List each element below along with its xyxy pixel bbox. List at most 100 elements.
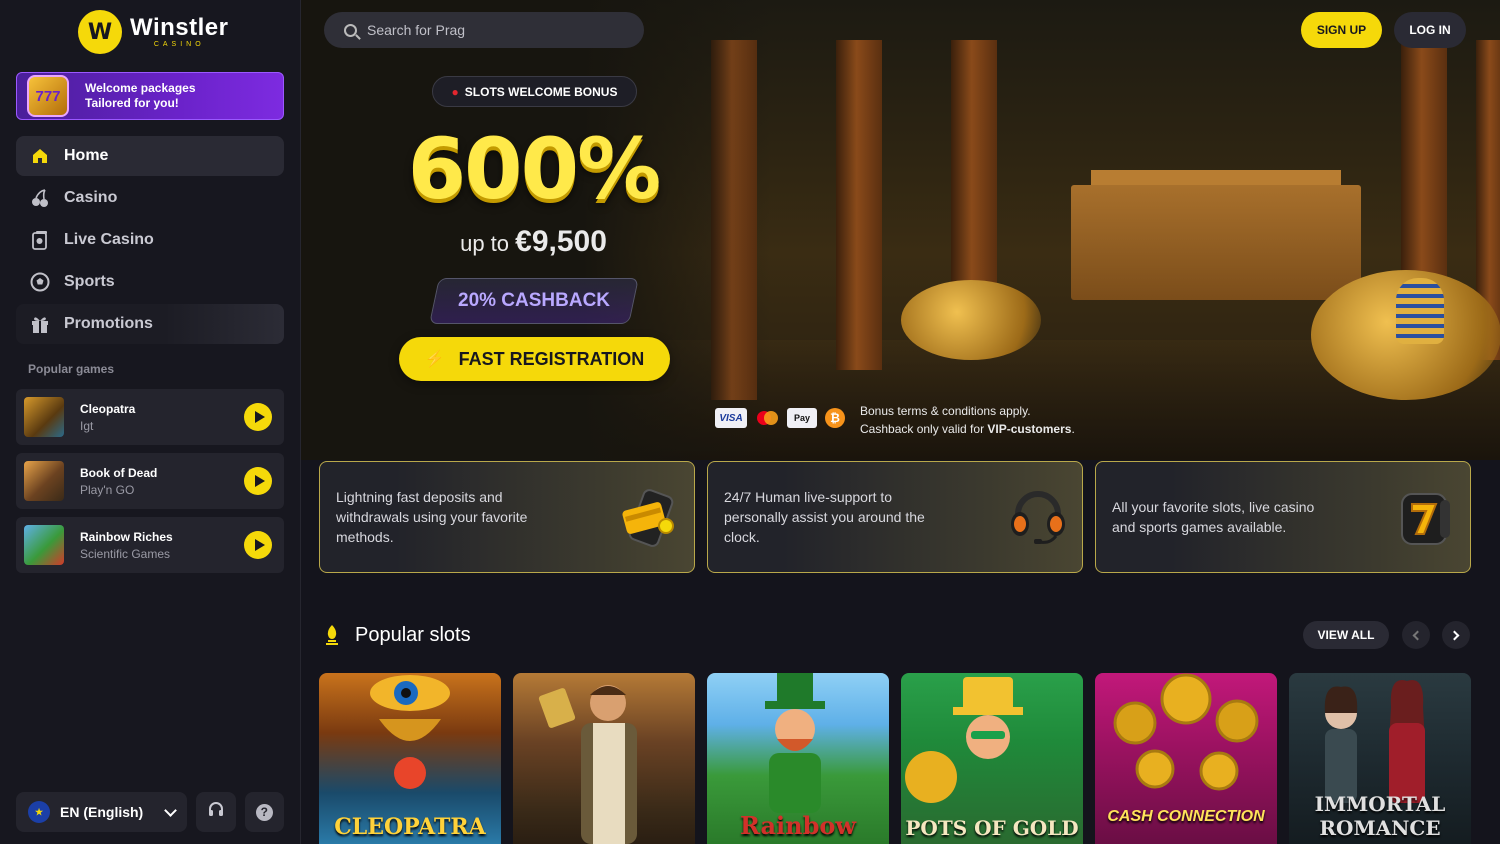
search-bar[interactable] [324,12,644,48]
feature-card-support: 24/7 Human live-support to personally as… [707,461,1083,573]
game-name: Cleopatra [80,401,136,416]
feature-text: 24/7 Human live-support to personally as… [724,489,925,545]
home-icon [30,146,50,166]
play-button[interactable] [244,467,272,495]
lightning-icon: ⚡ [424,351,445,368]
cashback-label: 20% CASHBACK [457,290,611,311]
view-all-button[interactable]: VIEW ALL [1303,621,1389,649]
feature-text: Lightning fast deposits and withdrawals … [336,489,528,545]
popular-slots-title: Popular slots [355,624,471,646]
cashback-badge: 20% CASHBACK [429,278,639,324]
leprechaun-gold-icon [905,677,1023,803]
bonus-tag: ● SLOTS WELCOME BONUS [432,76,637,107]
bonus-terms: Bonus terms & conditions apply. Cashback… [860,402,1075,438]
brand-sub: CASINO [153,41,205,48]
slot-card-cleopatra[interactable]: CLEOPATRA [319,673,501,844]
log-in-button[interactable]: LOG IN [1394,12,1466,48]
game-provider: Scientific Games [80,546,171,561]
brand-name: Winstler [130,14,229,41]
hero-gold-art [901,280,1041,360]
brand-logo[interactable]: W Winstler CASINO [78,10,228,54]
trophy-icon [323,624,341,651]
nav-item-label: Promotions [64,315,153,332]
headset-icon [1006,486,1070,550]
nav-item-label: Home [64,147,109,164]
eye-of-horus-icon [370,675,450,789]
language-selector[interactable]: ★ EN (English) [16,792,188,832]
play-button[interactable] [244,531,272,559]
gold-coins-icon [1113,673,1259,791]
sign-up-button[interactable]: SIGN UP [1301,12,1382,48]
bonus-tag-label: SLOTS WELCOME BONUS [464,84,618,99]
logo-text: Winstler CASINO [130,14,229,49]
leprechaun-icon [765,673,825,813]
pharaoh-icon [1396,278,1444,344]
play-button[interactable] [244,403,272,431]
welcome-text: Welcome packages Tailored for you! [85,81,196,111]
nav-item-casino[interactable]: Casino [16,178,284,218]
nav-item-sports[interactable]: Sports [16,262,284,302]
welcome-line1: Welcome packages [85,81,196,95]
explorer-character-icon [538,685,637,844]
search-icon [344,23,357,37]
fast-registration-label: FAST REGISTRATION [458,348,645,369]
support-button[interactable] [196,792,236,832]
search-input[interactable] [367,22,627,38]
vampire-characters-icon [1324,680,1425,803]
terms-line2-prefix: Cashback only valid for [860,422,985,436]
bonus-amount-prefix: up to [460,231,510,256]
nav-item-live-casino[interactable]: Live Casino [16,220,284,260]
eu-flag-icon: ★ [28,801,50,823]
sidebar: W Winstler CASINO 777 Welcome packages T… [0,0,301,844]
bonus-amount: up to €9,500 [396,225,671,259]
hero-banner: SIGN UP LOG IN ● SLOTS WELCOME BONUS 600… [301,0,1500,460]
nav-item-promotions[interactable]: Promotions [16,304,284,344]
chevron-left-icon [1412,630,1423,640]
carousel-prev-button[interactable] [1402,621,1430,649]
help-button[interactable]: ? [244,792,284,832]
game-name: Book of Dead [80,465,158,480]
fast-registration-button[interactable]: ⚡ FAST REGISTRATION [399,337,670,381]
terms-line1: Bonus terms & conditions apply. [860,404,1031,418]
popular-game-item[interactable]: Rainbow Riches Scientific Games [16,517,284,573]
help-icon: ? [255,803,273,821]
chevron-down-icon [164,803,178,817]
slot-seven-icon [1394,486,1458,550]
popular-game-item[interactable]: Book of Dead Play'n GO [16,453,284,509]
language-label: EN (English) [60,804,144,820]
popular-games-title: Popular games [28,362,115,376]
game-provider: Play'n GO [80,482,135,497]
payment-methods: VISA Pay ₿ [715,408,853,428]
soccer-ball-icon [30,272,50,292]
apple-pay-label: Pay [793,413,810,423]
slot-card-cash-connection[interactable]: CASH CONNECTION [1095,673,1277,844]
hero-tomb-art [1071,185,1361,300]
slot-card-immortal-romance[interactable]: IMMORTAL ROMANCE [1289,673,1471,844]
chevron-right-icon [1449,630,1460,640]
carousel-next-button[interactable] [1442,621,1470,649]
feature-card-payments: Lightning fast deposits and withdrawals … [319,461,695,573]
game-name: Rainbow Riches [80,529,173,544]
slot-machine-icon: 777 [27,75,69,117]
slot-title: POTS OF GOLD [905,816,1079,840]
slot-card-pots-of-gold[interactable]: POTS OF GOLD [901,673,1083,844]
nav-item-label: Sports [64,273,115,290]
game-provider: Igt [80,418,94,433]
terms-line2-suffix: . [1071,422,1075,436]
slot-card-book-of-dead[interactable] [513,673,695,844]
live-casino-icon [30,230,50,250]
mastercard-icon [755,408,779,428]
welcome-packages-banner[interactable]: 777 Welcome packages Tailored for you! [16,72,284,120]
sidebar-footer: ★ EN (English) ? [16,792,284,832]
nav-item-label: Live Casino [64,231,154,248]
game-info: Cleopatra Igt [80,402,135,433]
slot-card-rainbow-riches[interactable]: Rainbow [707,673,889,844]
terms-vip: VIP-customers [987,422,1072,436]
bonus-amount-value: €9,500 [515,225,607,258]
hero-pillar-art [951,40,997,320]
nav-item-home[interactable]: Home [16,136,284,176]
nav-item-label: Casino [64,189,118,206]
wallet-icon [618,486,682,550]
popular-game-item[interactable]: Cleopatra Igt [16,389,284,445]
slot-title: CASH CONNECTION [1107,808,1265,825]
